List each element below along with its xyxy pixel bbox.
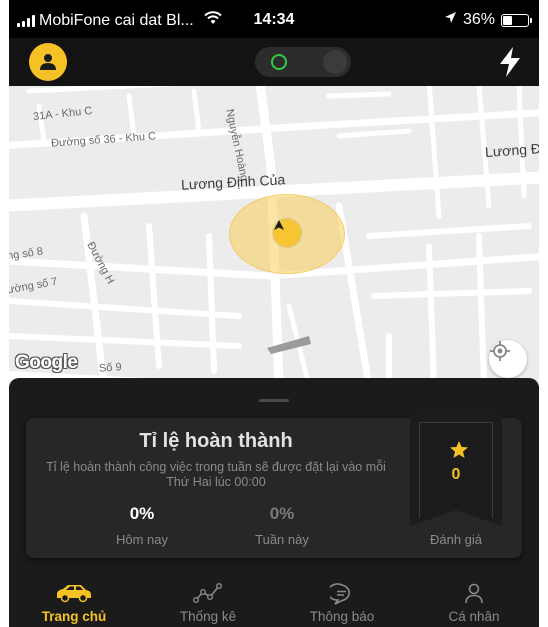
tab-label: Trang chủ	[41, 609, 107, 624]
week-value: 0%	[269, 504, 295, 523]
completion-description: Tỉ lệ hoàn thành công việc trong tuần sẽ…	[46, 460, 386, 489]
car-icon	[54, 583, 94, 608]
bottom-sheet: Tỉ lệ hoàn thành Tỉ lệ hoàn thành công v…	[9, 378, 539, 573]
toggle-knob	[323, 50, 347, 74]
bottom-tab-bar: Trang chủ Thống kê Thông báo Cá nhân	[9, 573, 539, 627]
crosshair-icon[interactable]	[489, 340, 527, 378]
google-logo: Google	[15, 352, 78, 373]
rating-value: 0	[451, 466, 461, 483]
battery-icon	[501, 13, 532, 27]
tab-statistics[interactable]: Thống kê	[143, 573, 273, 627]
sheet-drag-handle[interactable]	[259, 399, 289, 402]
status-bar: MobiFone cai dat Bl... 14:34 36%	[9, 0, 539, 38]
app-screen: MobiFone cai dat Bl... 14:34 36% 31A - K…	[9, 0, 539, 627]
chat-bubble-icon	[327, 583, 354, 610]
completion-title: Tỉ lệ hoàn thành	[139, 430, 293, 452]
star-icon	[449, 440, 469, 460]
stats-line-icon	[193, 583, 223, 608]
tab-label: Thông báo	[309, 609, 375, 624]
online-toggle[interactable]	[255, 47, 351, 77]
week-label: Tuần này	[255, 532, 309, 547]
tab-profile[interactable]: Cá nhân	[409, 573, 539, 627]
user-avatar-icon[interactable]	[29, 43, 67, 81]
today-label: Hôm nay	[115, 532, 169, 547]
status-ring-icon	[271, 54, 287, 70]
map-view[interactable]: 31A - Khu C Đường số 36 - Khu C Nguyễn H…	[9, 86, 539, 386]
person-icon	[464, 583, 484, 610]
tab-home[interactable]: Trang chủ	[9, 573, 139, 627]
rating-label: Đánh giá	[429, 532, 483, 547]
lightning-bolt-icon[interactable]	[497, 46, 523, 78]
map-label: Số 9	[98, 361, 123, 375]
today-value: 0%	[129, 504, 155, 523]
app-header	[9, 38, 539, 86]
tab-notifications[interactable]: Thông báo	[277, 573, 407, 627]
tab-label: Thống kê	[179, 609, 237, 624]
tab-label: Cá nhân	[448, 609, 500, 624]
navigation-arrow-icon	[273, 219, 301, 247]
battery-percent: 36%	[462, 11, 495, 28]
completion-card: Tỉ lệ hoàn thành Tỉ lệ hoàn thành công v…	[26, 414, 522, 558]
location-arrow-icon	[444, 11, 457, 29]
